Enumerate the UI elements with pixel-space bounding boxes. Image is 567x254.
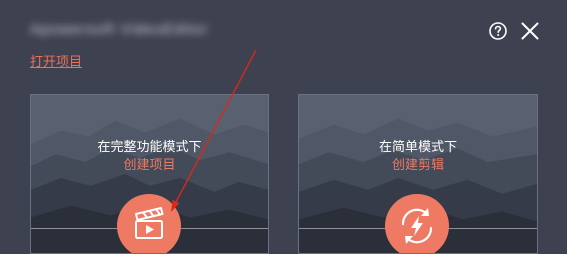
- card-subtitle: 创建剪辑: [391, 158, 444, 173]
- card-text: 在完整功能模式下 创建项目: [31, 139, 268, 175]
- full-mode-card[interactable]: 在完整功能模式下 创建项目: [30, 94, 269, 254]
- card-subtitle: 创建项目: [123, 158, 176, 173]
- help-icon[interactable]: [488, 21, 508, 41]
- create-project-button[interactable]: [117, 194, 181, 253]
- close-icon[interactable]: [520, 21, 540, 41]
- card-text: 在简单模式下 创建剪辑: [299, 139, 537, 175]
- simple-mode-card[interactable]: 在简单模式下 创建剪辑: [298, 94, 538, 254]
- app-title: Apowersoft VideoEditor: [30, 21, 209, 38]
- refresh-lightning-icon: [401, 208, 433, 244]
- card-title: 在简单模式下: [378, 140, 457, 155]
- create-clip-button[interactable]: [385, 194, 449, 253]
- clapperboard-icon: [135, 207, 164, 239]
- open-project-link[interactable]: 打开项目: [30, 55, 82, 71]
- card-title: 在完整功能模式下: [97, 140, 202, 155]
